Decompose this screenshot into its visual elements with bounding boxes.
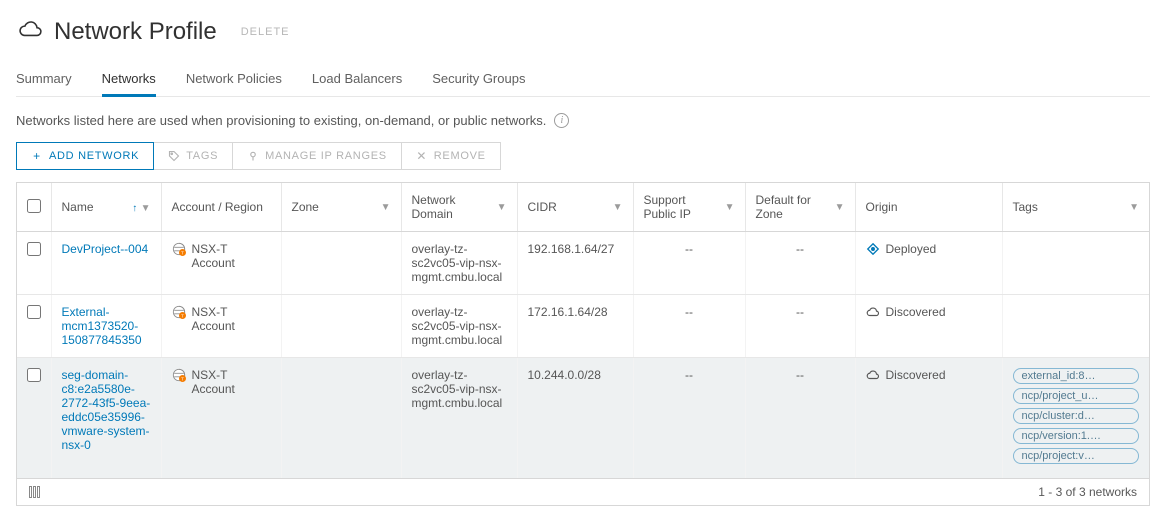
filter-icon[interactable]: ▼ [497,202,507,213]
zone-cell [281,358,401,479]
tab-security-groups[interactable]: Security Groups [432,65,525,96]
table-row[interactable]: DevProject--004TNSX-T Account overlay-tz-… [17,232,1149,295]
remove-button[interactable]: ✕ REMOVE [402,143,500,169]
delete-button[interactable]: DELETE [241,26,290,38]
cidr-cell: 172.16.1.64/28 [517,295,633,358]
network-name-link[interactable]: DevProject--004 [51,232,161,295]
account-cell: TNSX-T Account [161,232,281,295]
sort-asc-icon: ↑ [132,203,137,214]
select-all-checkbox[interactable] [27,199,41,213]
tab-load-balancers[interactable]: Load Balancers [312,65,402,96]
filter-icon[interactable]: ▼ [1129,202,1139,213]
col-origin[interactable]: Origin [855,183,1002,232]
nsxt-icon: T [172,242,186,256]
svg-text:T: T [181,377,184,382]
svg-text:T: T [181,251,184,256]
filter-icon[interactable]: ▼ [141,203,151,214]
column-toggle-icon[interactable] [29,486,43,498]
cidr-cell: 10.244.0.0/28 [517,358,633,479]
plus-icon: + [31,150,43,162]
nsxt-icon: T [172,305,186,319]
table-toolbar: + ADD NETWORK TAGS MANAGE IP RANGES ✕ RE… [16,142,501,170]
origin-cell: Discovered [855,295,1002,358]
description-text: Networks listed here are used when provi… [16,113,546,128]
select-all-header[interactable] [17,183,51,232]
filter-icon[interactable]: ▼ [835,202,845,213]
pagination-text: 1 - 3 of 3 networks [1038,485,1137,499]
col-default-for-zone[interactable]: Default for Zone▼ [745,183,855,232]
cloud-icon [16,16,44,47]
table-row[interactable]: seg-domain-c8:e2a5580e-2772-43f5-9eea-ed… [17,358,1149,479]
tab-network-policies[interactable]: Network Policies [186,65,282,96]
discovered-icon [866,368,880,382]
account-cell: TNSX-T Account [161,295,281,358]
tag-pill[interactable]: ncp/version:1.… [1013,428,1140,444]
row-checkbox[interactable] [27,242,41,256]
origin-cell: Deployed [855,232,1002,295]
table-row[interactable]: External-mcm1373520-150877845350TNSX-T A… [17,295,1149,358]
manage-ip-ranges-button[interactable]: MANAGE IP RANGES [233,143,402,169]
col-tags[interactable]: Tags▼ [1002,183,1149,232]
col-cidr[interactable]: CIDR▼ [517,183,633,232]
tabs: Summary Networks Network Policies Load Bala… [16,65,1150,97]
filter-icon[interactable]: ▼ [725,202,735,213]
tags-cell [1002,295,1149,358]
page-title: Network Profile [54,18,217,46]
tags-cell: external_id:8… ncp/project_u… ncp/cluster:… [1002,358,1149,479]
cidr-cell: 192.168.1.64/27 [517,232,633,295]
tag-pill[interactable]: ncp/project:v… [1013,448,1140,464]
network-domain-cell: overlay-tz-sc2vc05-vip-nsx-mgmt.cmbu.loc… [401,358,517,479]
tag-pill[interactable]: ncp/cluster:d… [1013,408,1140,424]
col-account[interactable]: Account / Region [161,183,281,232]
tags-button[interactable]: TAGS [154,143,233,169]
network-name-link[interactable]: External-mcm1373520-150877845350 [51,295,161,358]
zone-cell [281,295,401,358]
tag-pill[interactable]: ncp/project_u… [1013,388,1140,404]
ip-range-icon [247,150,259,162]
col-zone[interactable]: Zone▼ [281,183,401,232]
network-name-link[interactable]: seg-domain-c8:e2a5580e-2772-43f5-9eea-ed… [51,358,161,479]
svg-text:T: T [181,314,184,319]
add-network-button[interactable]: + ADD NETWORK [16,142,154,170]
nsxt-icon: T [172,368,186,382]
networks-table: Name↑ ▼ Account / Region Zone▼ Network D… [16,182,1150,506]
discovered-icon [866,305,880,319]
origin-cell: Discovered [855,358,1002,479]
row-checkbox[interactable] [27,368,41,382]
network-domain-cell: overlay-tz-sc2vc05-vip-nsx-mgmt.cmbu.loc… [401,295,517,358]
filter-icon[interactable]: ▼ [381,202,391,213]
col-support-public-ip[interactable]: Support Public IP▼ [633,183,745,232]
tag-icon [168,150,180,162]
support-public-ip-cell: -- [633,232,745,295]
tags-cell [1002,232,1149,295]
filter-icon[interactable]: ▼ [613,202,623,213]
tab-summary[interactable]: Summary [16,65,72,96]
default-for-zone-cell: -- [745,295,855,358]
remove-icon: ✕ [416,150,428,162]
row-checkbox[interactable] [27,305,41,319]
col-network-domain[interactable]: Network Domain▼ [401,183,517,232]
account-cell: TNSX-T Account [161,358,281,479]
tag-pill[interactable]: external_id:8… [1013,368,1140,384]
tab-networks[interactable]: Networks [102,65,156,96]
info-icon[interactable]: i [554,113,569,128]
default-for-zone-cell: -- [745,232,855,295]
default-for-zone-cell: -- [745,358,855,479]
network-domain-cell: overlay-tz-sc2vc05-vip-nsx-mgmt.cmbu.loc… [401,232,517,295]
zone-cell [281,232,401,295]
deployed-icon [866,242,880,256]
support-public-ip-cell: -- [633,358,745,479]
col-name[interactable]: Name↑ ▼ [51,183,161,232]
support-public-ip-cell: -- [633,295,745,358]
